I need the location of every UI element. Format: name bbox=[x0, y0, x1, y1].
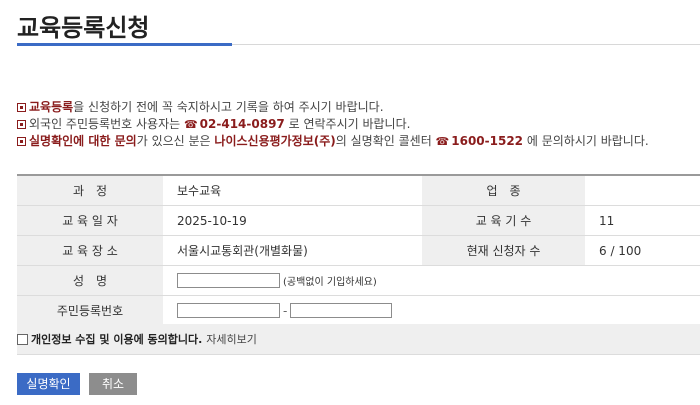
notice-text: 의 실명확인 콜센터 bbox=[335, 134, 436, 148]
notice-foreigner: 외국인 주민등록번호 사용자는 ☎ 02-414-0897 로 연락주시기 바랍니… bbox=[17, 116, 700, 133]
notice-registration: 교육등록을 신청하기 전에 꼭 숙지하시고 기록을 하여 주시기 바랍니다. bbox=[17, 99, 700, 116]
notice-highlight: 실명확인에 대한 문의 bbox=[29, 134, 137, 148]
rrn-back-input[interactable] bbox=[290, 303, 393, 318]
phone-icon: ☎ bbox=[435, 135, 450, 148]
notice-text: 가 있으신 분은 bbox=[136, 134, 215, 148]
notice-text: 을 신청하기 전에 꼭 숙지하시고 기록을 하여 주시기 바랍니다. bbox=[73, 100, 384, 114]
cancel-button[interactable]: 취소 bbox=[89, 373, 137, 395]
registration-form-table: 과 정 보수교육 업 종 교 육 일 자 2025-10-19 교 육 기 수 … bbox=[17, 174, 700, 326]
name-verification-button[interactable]: 실명확인 bbox=[17, 373, 80, 395]
bullet-square-icon bbox=[17, 103, 26, 112]
notice-highlight: 교육등록 bbox=[29, 100, 74, 114]
name-cell: (공백없이 기입하세요) bbox=[163, 265, 700, 296]
table-row: 성 명 (공백없이 기입하세요) bbox=[17, 265, 700, 296]
rrn-front-input[interactable] bbox=[177, 303, 280, 318]
notice-text: 로 연락주시기 바랍니다. bbox=[284, 117, 411, 131]
bullet-square-icon bbox=[17, 120, 26, 129]
consent-label[interactable]: 개인정보 수집 및 이용에 동의합니다. bbox=[31, 331, 202, 347]
course-value: 보수교육 bbox=[163, 175, 422, 206]
notice-phone: 02-414-0897 bbox=[199, 117, 285, 131]
notice-text: 외국인 주민등록번호 사용자는 bbox=[29, 117, 184, 131]
notice-phone: 1600-1522 bbox=[451, 134, 524, 148]
notice-name-verification: 실명확인에 대한 문의가 있으신 분은 나이스신용평가정보(주)의 실명확인 콜… bbox=[17, 133, 700, 150]
table-row: 과 정 보수교육 업 종 bbox=[17, 175, 700, 206]
course-label: 과 정 bbox=[17, 175, 163, 206]
industry-label: 업 종 bbox=[422, 175, 585, 206]
date-label: 교 육 일 자 bbox=[17, 205, 163, 236]
table-row: 주민등록번호 - bbox=[17, 295, 700, 326]
name-hint: (공백없이 기입하세요) bbox=[283, 277, 377, 288]
term-value: 11 bbox=[585, 205, 700, 236]
industry-value bbox=[585, 175, 700, 206]
bullet-square-icon bbox=[17, 137, 26, 146]
consent-detail-link[interactable]: 자세히보기 bbox=[206, 331, 257, 347]
consent-row: 개인정보 수집 및 이용에 동의합니다. 자세히보기 bbox=[17, 324, 700, 355]
place-value: 서울시교통회관(개별화물) bbox=[163, 235, 422, 266]
name-input[interactable] bbox=[177, 273, 280, 288]
consent-checkbox[interactable] bbox=[17, 333, 28, 345]
applicants-label: 현재 신청자 수 bbox=[422, 235, 585, 266]
notice-list: 교육등록을 신청하기 전에 꼭 숙지하시고 기록을 하여 주시기 바랍니다. 외… bbox=[17, 99, 700, 150]
notice-company: 나이스신용평가정보(주) bbox=[214, 134, 336, 148]
place-label: 교 육 장 소 bbox=[17, 235, 163, 266]
date-value: 2025-10-19 bbox=[163, 205, 422, 236]
phone-icon: ☎ bbox=[183, 118, 198, 131]
term-label: 교 육 기 수 bbox=[422, 205, 585, 236]
rrn-label: 주민등록번호 bbox=[17, 295, 163, 326]
page-title: 교육등록신청 bbox=[17, 14, 150, 42]
table-row: 교 육 일 자 2025-10-19 교 육 기 수 11 bbox=[17, 205, 700, 236]
table-row: 교 육 장 소 서울시교통회관(개별화물) 현재 신청자 수 6 / 100 bbox=[17, 235, 700, 266]
applicants-value: 6 / 100 bbox=[585, 235, 700, 266]
rrn-cell: - bbox=[163, 295, 700, 326]
rrn-dash: - bbox=[283, 303, 288, 318]
notice-text: 에 문의하시기 바랍니다. bbox=[523, 134, 649, 148]
name-label: 성 명 bbox=[17, 265, 163, 296]
title-accent-bar bbox=[17, 43, 232, 46]
